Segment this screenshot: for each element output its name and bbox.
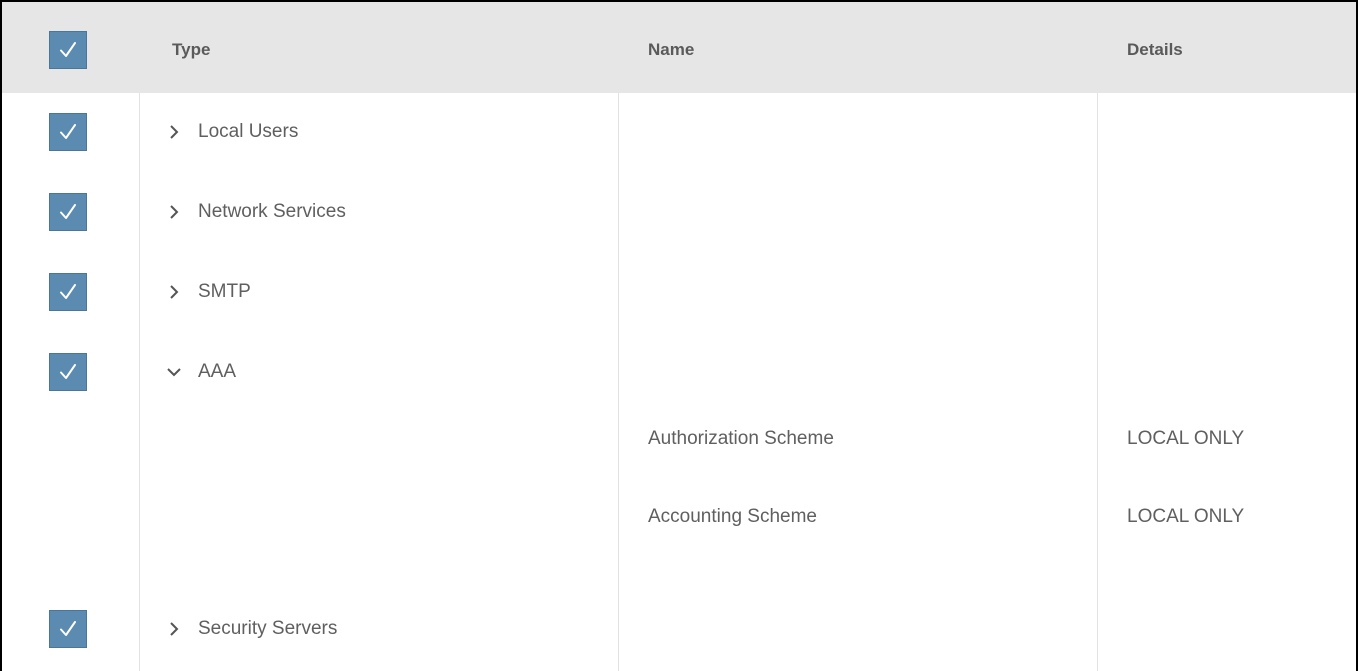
sub-row-name: Authorization Scheme: [648, 428, 834, 449]
sub-row-name: Accounting Scheme: [648, 506, 817, 527]
config-table: Type Name Details Local Users Network Se…: [0, 0, 1358, 671]
checkmark-icon: [60, 124, 76, 139]
row-checkbox[interactable]: [49, 273, 87, 311]
expand-toggle-aaa[interactable]: AAA: [162, 357, 236, 387]
row-type-label: SMTP: [198, 281, 251, 302]
row-checkbox[interactable]: [49, 113, 87, 151]
chevron-right-icon: [162, 280, 186, 304]
checkmark-icon: [60, 42, 76, 57]
sub-row-details: LOCAL ONLY: [1127, 506, 1245, 527]
column-divider: [139, 93, 140, 671]
column-header-name[interactable]: Name: [648, 39, 694, 61]
chevron-right-icon: [162, 617, 186, 641]
expand-toggle-smtp[interactable]: SMTP: [162, 277, 251, 307]
select-all-checkbox[interactable]: [49, 31, 87, 69]
row-type-label: Local Users: [198, 121, 299, 142]
checkmark-icon: [60, 364, 76, 379]
checkmark-icon: [60, 284, 76, 299]
checkmark-icon: [60, 204, 76, 219]
chevron-right-icon: [162, 200, 186, 224]
chevron-right-icon: [162, 120, 186, 144]
column-divider: [1097, 93, 1098, 671]
expand-toggle-local-users[interactable]: Local Users: [162, 117, 298, 147]
column-divider: [618, 93, 619, 671]
expand-toggle-security-servers[interactable]: Security Servers: [162, 614, 337, 644]
chevron-down-icon: [162, 360, 186, 384]
row-checkbox[interactable]: [49, 353, 87, 391]
row-checkbox[interactable]: [49, 193, 87, 231]
row-type-label: AAA: [198, 361, 237, 382]
column-header-details[interactable]: Details: [1127, 39, 1183, 61]
row-checkbox[interactable]: [49, 610, 87, 648]
row-type-label: Security Servers: [198, 618, 338, 639]
table-header: Type Name Details: [2, 2, 1356, 93]
expand-toggle-network-services[interactable]: Network Services: [162, 197, 346, 227]
column-header-type[interactable]: Type: [172, 39, 210, 61]
sub-row-details: LOCAL ONLY: [1127, 428, 1245, 449]
checkmark-icon: [60, 621, 76, 636]
row-type-label: Network Services: [198, 201, 346, 222]
